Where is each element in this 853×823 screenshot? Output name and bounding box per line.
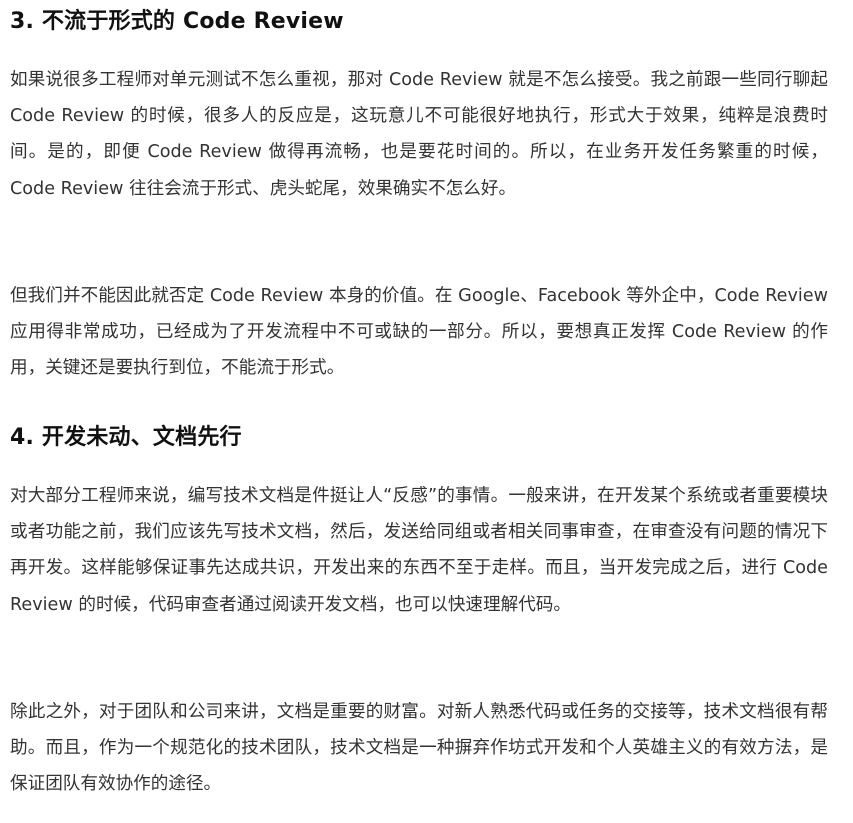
- paragraph-code-review-1: 如果说很多工程师对单元测试不怎么重视，那对 Code Review 就是不怎么接…: [10, 70, 828, 199]
- paragraph-documentation-2: 除此之外，对于团队和公司来讲，文档是重要的财富。对新人熟悉代码或任务的交接等，技…: [10, 702, 828, 795]
- section-heading-documentation: 4. 开发未动、文档先行: [10, 425, 242, 450]
- paragraph-documentation-1: 对大部分工程师来说，编写技术文档是件挺让人“反感”的事情。一般来讲，在开发某个系…: [10, 486, 828, 615]
- paragraph-code-review-2: 但我们并不能因此就否定 Code Review 本身的价值。在 Google、F…: [10, 286, 828, 379]
- section-heading-code-review: 3. 不流于形式的 Code Review: [10, 9, 344, 34]
